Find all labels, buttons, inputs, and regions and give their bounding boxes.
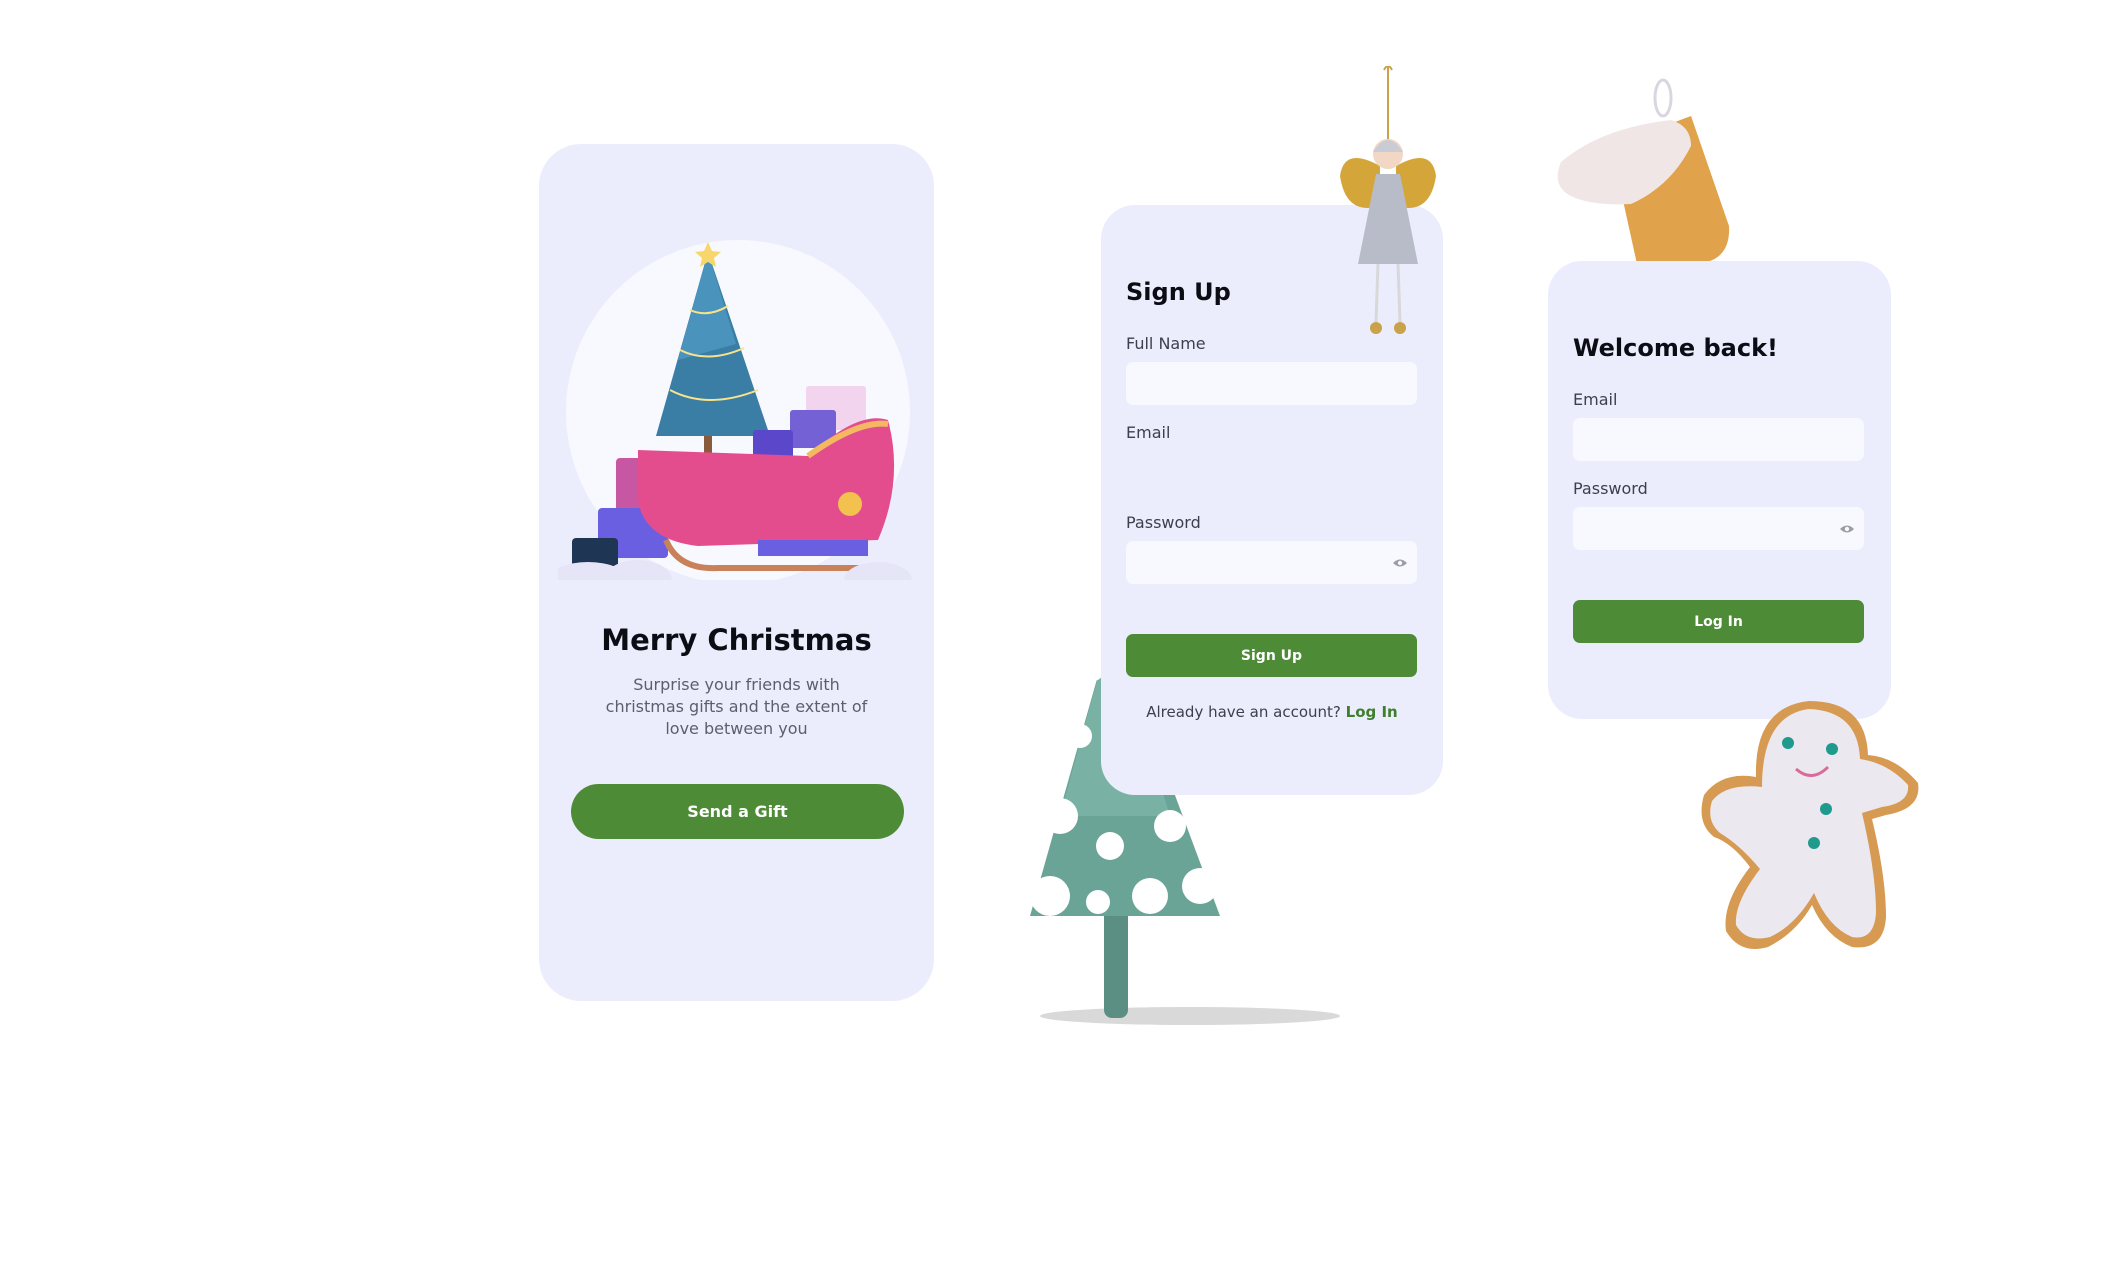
password-field[interactable] [1126, 541, 1417, 584]
eye-icon[interactable] [1392, 558, 1408, 568]
sleigh-illustration [558, 240, 918, 594]
angel-ornament [1340, 66, 1436, 334]
login-prompt-text: Already have an account? [1146, 703, 1341, 721]
password-field[interactable] [1573, 507, 1864, 550]
email-label: Email [1126, 423, 1171, 442]
onboarding-card: Merry Christmas Surprise your friends wi… [539, 144, 934, 1001]
login-card: Welcome back! Email Password Log In [1548, 261, 1891, 719]
onboarding-subtitle: Surprise your friends with christmas gif… [605, 675, 868, 738]
login-prompt: Already have an account? Log In [1101, 703, 1443, 721]
page-title: Merry Christmas [601, 623, 872, 657]
password-label: Password [1126, 513, 1201, 532]
signup-title: Sign Up [1126, 278, 1231, 306]
password-label: Password [1573, 479, 1648, 498]
full-name-field[interactable] [1126, 362, 1417, 405]
stocking-ornament [1557, 78, 1730, 264]
eye-icon[interactable] [1839, 524, 1855, 534]
full-name-label: Full Name [1126, 334, 1206, 353]
email-label: Email [1573, 390, 1618, 409]
send-gift-button[interactable]: Send a Gift [571, 784, 904, 839]
log-in-button[interactable]: Log In [1573, 600, 1864, 643]
gingerbread-man [1701, 701, 1919, 949]
login-title: Welcome back! [1573, 334, 1778, 362]
email-field[interactable] [1573, 418, 1864, 461]
sign-up-button[interactable]: Sign Up [1126, 634, 1417, 677]
log-in-link[interactable]: Log In [1346, 703, 1398, 721]
